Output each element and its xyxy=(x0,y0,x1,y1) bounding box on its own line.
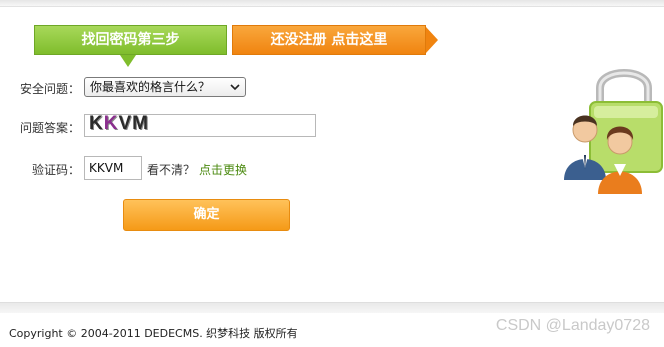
footer-divider xyxy=(0,302,664,313)
watermark-text: CSDN @Landay0728 xyxy=(495,317,650,334)
refresh-captcha-link[interactable]: 点击更换 xyxy=(199,161,247,178)
register-link-arrow xyxy=(426,27,438,53)
security-question-value: 你最喜欢的格言什么？ xyxy=(90,80,211,94)
unclear-text: 看不清？ xyxy=(147,163,196,177)
copyright-text: Copyright © 2004-2011 DEDECMS. 织梦科技 版权所有 xyxy=(9,327,298,340)
captcha-image: KKVM xyxy=(89,113,149,135)
answer-label: 问题答案： xyxy=(19,121,80,135)
confirm-button[interactable]: 确定 xyxy=(123,199,290,231)
chevron-down-icon xyxy=(230,84,240,91)
captcha-input[interactable]: KKVM xyxy=(84,156,142,180)
current-step-tab: 找回密码第三步 xyxy=(34,25,227,55)
answer-input[interactable]: KKVM xyxy=(84,113,316,137)
security-users-lock-icon xyxy=(564,69,663,194)
security-question-select[interactable]: 你最喜欢的格言什么？ xyxy=(84,77,246,97)
top-divider xyxy=(0,0,664,7)
register-link-tab[interactable]: 还没注册 点击这里 xyxy=(232,25,426,55)
current-step-pointer xyxy=(120,55,136,67)
security-question-label: 安全问题： xyxy=(19,82,80,96)
captcha-image-text: KKVM xyxy=(89,113,149,134)
captcha-label: 验证码： xyxy=(31,163,80,177)
